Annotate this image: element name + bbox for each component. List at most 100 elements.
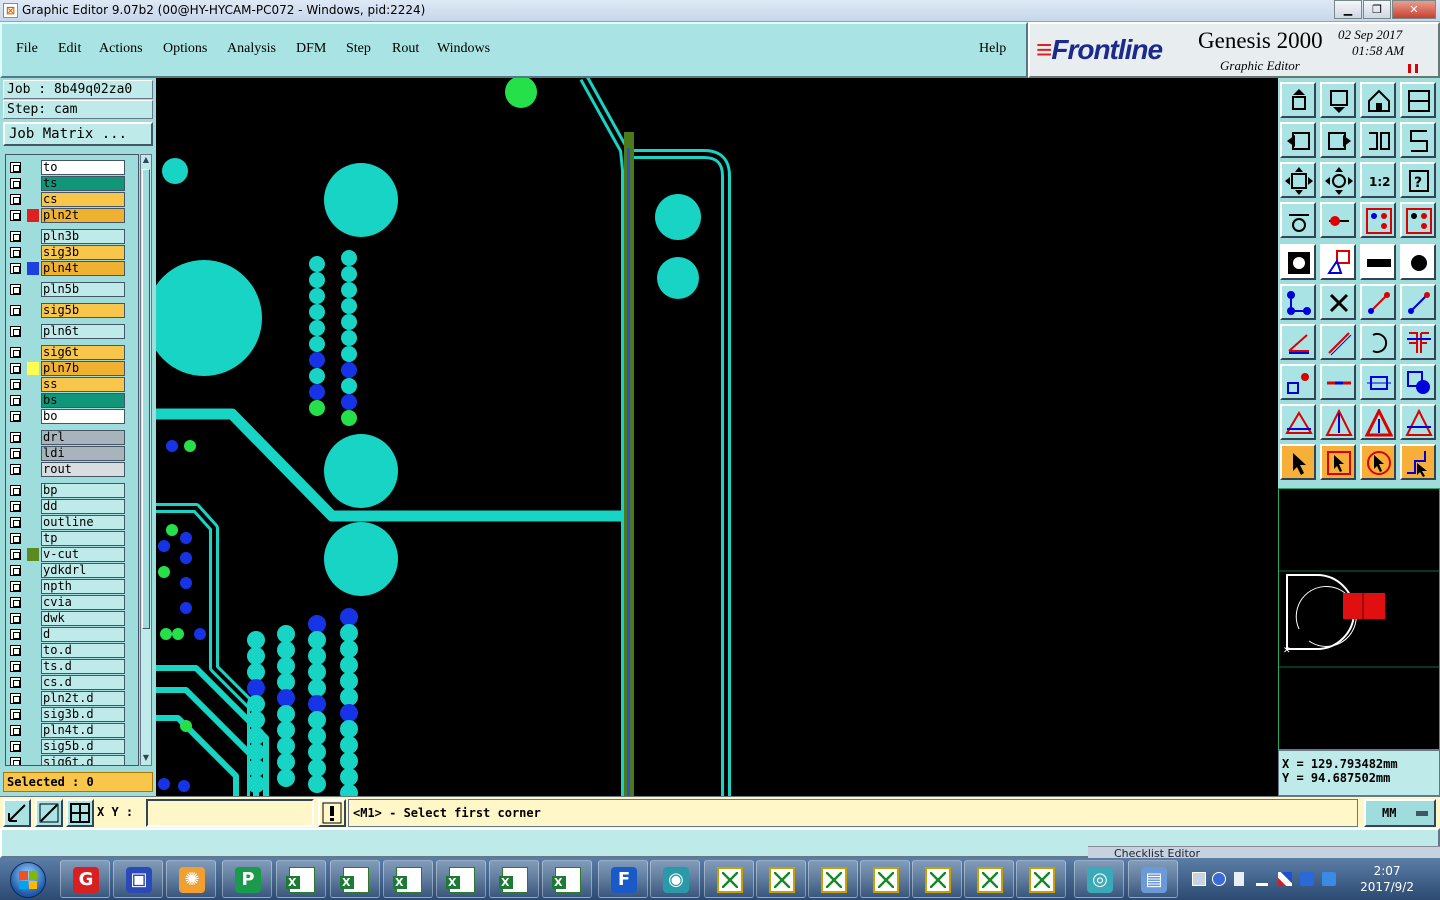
menu-help[interactable]: Help bbox=[979, 41, 1006, 57]
snake-tool[interactable] bbox=[1400, 122, 1436, 158]
surface-tool[interactable] bbox=[1320, 244, 1356, 280]
taskbar-button[interactable] bbox=[756, 860, 806, 898]
taskbar-button[interactable]: ▤ bbox=[1128, 860, 1178, 898]
layer-row[interactable]: pln4t.d bbox=[6, 723, 138, 738]
layer-row[interactable]: v-cut bbox=[6, 547, 138, 562]
layer-row[interactable]: cs.d bbox=[6, 675, 138, 690]
xy-input[interactable] bbox=[146, 799, 314, 827]
layer-row[interactable]: sig5b bbox=[6, 303, 138, 318]
taskbar-button[interactable]: ▣ bbox=[113, 860, 163, 898]
network-icon[interactable] bbox=[1300, 872, 1314, 886]
layer-name[interactable]: sig5b.d bbox=[41, 739, 125, 754]
layer-name[interactable]: sig6t.d bbox=[41, 755, 125, 765]
layer-name[interactable]: dd bbox=[41, 499, 125, 514]
layer-row[interactable]: bs bbox=[6, 393, 138, 408]
layer-name[interactable]: sig5b bbox=[41, 303, 125, 318]
minimize-button[interactable]: ▁ bbox=[1334, 0, 1362, 19]
layer-checkbox[interactable] bbox=[10, 517, 21, 528]
overview-map[interactable]: ✕ bbox=[1278, 488, 1440, 750]
layers-red-tool-2[interactable] bbox=[1400, 202, 1436, 238]
layer-row[interactable]: ss bbox=[6, 377, 138, 392]
close-button[interactable]: ✕ bbox=[1392, 0, 1436, 19]
taskbar-button[interactable] bbox=[808, 860, 858, 898]
layer-name[interactable]: ydkdrl bbox=[41, 563, 125, 578]
taskbar-button[interactable] bbox=[383, 860, 433, 898]
zoom-fit-tool[interactable] bbox=[1280, 162, 1316, 198]
layer-name[interactable]: cvia bbox=[41, 595, 125, 610]
chevron-up-icon[interactable] bbox=[1256, 872, 1268, 886]
taskbar-button[interactable] bbox=[330, 860, 380, 898]
layer-name[interactable]: sig3b.d bbox=[41, 707, 125, 722]
layer-checkbox[interactable] bbox=[10, 613, 21, 624]
layer-list[interactable]: to ts cs pln2t pln3b sig3b pln4t pln5b sig5b pln6… bbox=[5, 154, 139, 766]
dot-tool[interactable] bbox=[1400, 244, 1436, 280]
layer-checkbox[interactable] bbox=[10, 347, 21, 358]
layer-checkbox[interactable] bbox=[10, 565, 21, 576]
arc-tool[interactable] bbox=[1360, 324, 1396, 360]
layer-checkbox[interactable] bbox=[10, 741, 21, 752]
taskbar-button[interactable] bbox=[964, 860, 1014, 898]
triangle-tool[interactable] bbox=[1280, 404, 1316, 440]
layer-row[interactable]: pln4t bbox=[6, 261, 138, 276]
pad-tool[interactable] bbox=[1280, 244, 1316, 280]
maximize-button[interactable]: ❐ bbox=[1363, 0, 1391, 19]
layer-row[interactable]: bp bbox=[6, 483, 138, 498]
layer-row[interactable]: pln6t bbox=[6, 324, 138, 339]
layer-row[interactable]: sig6t.d bbox=[6, 755, 138, 765]
taskbar-button[interactable] bbox=[704, 860, 754, 898]
layer-checkbox[interactable] bbox=[10, 485, 21, 496]
layer-name[interactable]: bp bbox=[41, 483, 125, 498]
slash-tool[interactable] bbox=[1320, 324, 1356, 360]
layer-checkbox[interactable] bbox=[10, 693, 21, 704]
menu-analysis[interactable]: Analysis bbox=[227, 41, 276, 57]
checklist-editor-window[interactable]: Checklist Editor bbox=[1088, 846, 1440, 858]
layer-checkbox[interactable] bbox=[10, 326, 21, 337]
warning-icon[interactable] bbox=[318, 799, 346, 827]
taskbar-button[interactable] bbox=[489, 860, 539, 898]
window-tool[interactable] bbox=[1400, 82, 1436, 118]
scroll-thumb[interactable] bbox=[142, 169, 150, 629]
layer-row[interactable]: pln2t.d bbox=[6, 691, 138, 706]
layer-checkbox[interactable] bbox=[10, 162, 21, 173]
taskbar-button[interactable] bbox=[542, 860, 592, 898]
layer-row[interactable]: cvia bbox=[6, 595, 138, 610]
grid-tool[interactable] bbox=[66, 799, 94, 827]
menu-actions[interactable]: Actions bbox=[99, 41, 143, 57]
flash-icon[interactable] bbox=[1322, 872, 1336, 886]
layer-row[interactable]: pln2t bbox=[6, 208, 138, 223]
layer-checkbox[interactable] bbox=[10, 263, 21, 274]
layer-row[interactable]: pln7b bbox=[6, 361, 138, 376]
line-select-tool[interactable] bbox=[1320, 364, 1356, 400]
line-tool[interactable] bbox=[1360, 284, 1396, 320]
menu-step[interactable]: Step bbox=[346, 41, 371, 57]
layer-row[interactable]: sig3b bbox=[6, 245, 138, 260]
layers-red-tool[interactable] bbox=[1360, 202, 1396, 238]
layer-scrollbar[interactable]: ▲ ▼ bbox=[140, 154, 152, 766]
layer-row[interactable]: to.d bbox=[6, 643, 138, 658]
taskbar-button[interactable] bbox=[912, 860, 962, 898]
measure-tool[interactable] bbox=[1280, 202, 1316, 238]
scroll-up-icon[interactable]: ▲ bbox=[141, 155, 151, 167]
menu-dfm[interactable]: DFM bbox=[296, 41, 326, 57]
help-icon[interactable] bbox=[1212, 872, 1226, 886]
layer-row[interactable]: ts bbox=[6, 176, 138, 191]
taskbar-button[interactable] bbox=[860, 860, 910, 898]
select-circle-tool[interactable] bbox=[1360, 444, 1396, 480]
cross-tool[interactable] bbox=[1320, 284, 1356, 320]
layer-row[interactable]: sig3b.d bbox=[6, 707, 138, 722]
pad-line-tool[interactable] bbox=[1320, 202, 1356, 238]
layer-checkbox[interactable] bbox=[10, 725, 21, 736]
taskbar-button[interactable]: ◉ bbox=[650, 860, 700, 898]
open-step-tool[interactable] bbox=[1280, 82, 1316, 118]
taskbar-button[interactable] bbox=[276, 860, 326, 898]
taskbar-button[interactable]: ✺ bbox=[166, 860, 216, 898]
menu-edit[interactable]: Edit bbox=[58, 41, 81, 57]
layer-checkbox[interactable] bbox=[10, 661, 21, 672]
layer-checkbox[interactable] bbox=[10, 379, 21, 390]
layer-name[interactable]: d bbox=[41, 627, 125, 642]
layer-name[interactable]: bo bbox=[41, 409, 125, 424]
layer-name[interactable]: pln2t.d bbox=[41, 691, 125, 706]
layer-checkbox[interactable] bbox=[10, 247, 21, 258]
layer-row[interactable]: drl bbox=[6, 430, 138, 445]
layer-name[interactable]: pln5b bbox=[41, 282, 125, 297]
